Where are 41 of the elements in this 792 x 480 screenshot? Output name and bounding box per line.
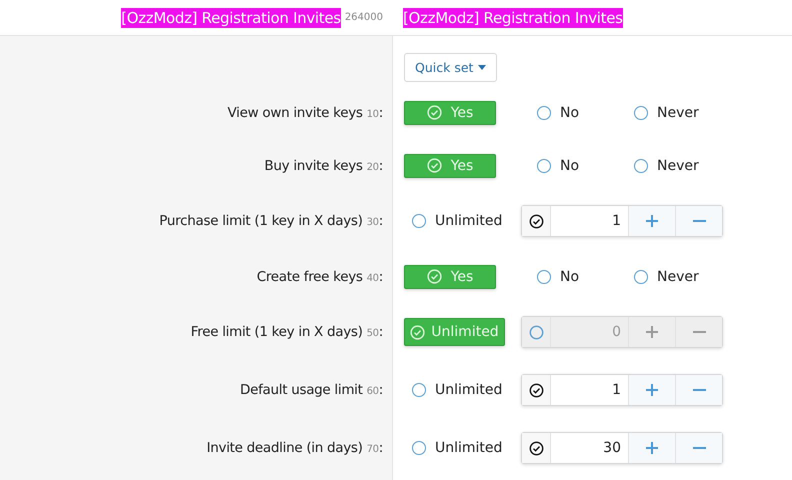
minus-icon [692,447,706,449]
checkbox[interactable] [528,324,544,340]
permission-label: Invite deadline (in days) 70: [206,440,383,456]
radio-option[interactable]: No [537,104,580,120]
minus-icon [692,220,706,222]
radio-option[interactable]: Never [634,104,699,120]
check-circle-icon [426,269,442,284]
permission-label: Free limit (1 key in X days) 50: [190,324,383,340]
caret-icon [478,65,486,70]
increment-button[interactable] [629,433,676,463]
increment-button[interactable] [629,375,676,405]
check-circle-icon [426,105,442,120]
check-circle-icon [410,324,426,340]
permission-label: View own invite keys 10: [228,104,383,120]
plus-icon [646,442,658,454]
permission-group-title: [OzzModz] Registration Invites [121,8,341,28]
increment-button[interactable] [629,317,676,347]
checkbox[interactable] [528,440,544,456]
checkbox[interactable] [528,214,544,228]
minus-icon [692,389,706,391]
permission-label: Default usage limit 60: [240,382,383,398]
radio-option[interactable]: Never [634,268,699,284]
check-circle-icon [426,158,442,173]
permission-label: Purchase limit (1 key in X days) 30: [159,213,383,229]
radio-option[interactable]: Unlimited [404,440,505,456]
plus-icon [646,384,658,396]
checkbox[interactable] [528,382,544,398]
plus-icon [646,215,658,227]
radio-option[interactable]: Unlimited [404,213,505,229]
radio-option[interactable]: No [537,158,580,174]
permission-group-title: [OzzModz] Registration Invites [403,8,623,28]
radio-option[interactable]: No [537,268,580,284]
minus-icon [692,331,706,333]
plus-icon [646,326,658,338]
permission-label: Buy invite keys 20: [264,158,383,174]
radio-option[interactable]: Never [634,158,699,174]
radio-option[interactable]: Unlimited [404,382,505,398]
increment-button[interactable] [629,206,676,236]
quick-set-button[interactable]: Quick set [404,53,498,82]
permission-label: Create free keys 40: [256,268,383,284]
group-count: 264000 [344,12,383,23]
